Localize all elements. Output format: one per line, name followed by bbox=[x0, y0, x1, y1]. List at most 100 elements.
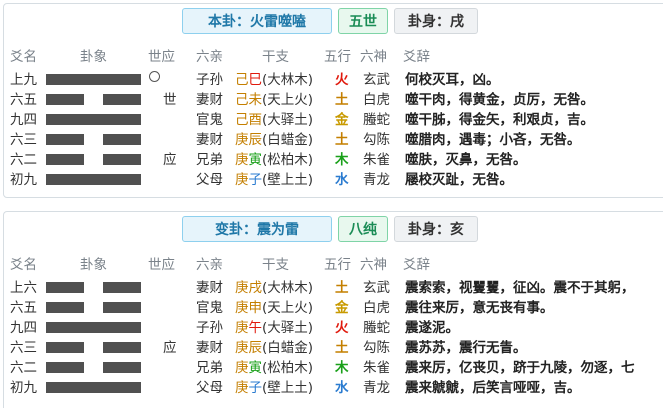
heavenly-stem: 庚 bbox=[235, 152, 249, 168]
shiying-mark: 应 bbox=[163, 152, 177, 168]
header-yao: 爻名 bbox=[10, 257, 37, 273]
ganzhi: 庚辰(白蜡金) bbox=[235, 338, 313, 358]
column-header-row: 爻名 卦象 世应 六亲 干支 五行 六神 爻辞 bbox=[4, 255, 663, 275]
liuqin: 妻财 bbox=[196, 340, 223, 356]
yao-row: 初九 父母 庚子(壁上土) 水青龙 屦校灭趾，无咎。 bbox=[4, 170, 663, 190]
yin-segment-right bbox=[103, 342, 141, 353]
yao-row: 上九 子孙 己巳(大林木) 火玄武 何校灭耳，凶。 bbox=[4, 70, 663, 90]
yao-name: 六五 bbox=[10, 92, 37, 108]
nayin: (白蜡金) bbox=[262, 340, 314, 356]
earthly-branch: 未 bbox=[248, 92, 263, 108]
ganzhi: 庚戌(大林木) bbox=[235, 278, 313, 298]
yin-segment-left bbox=[46, 154, 84, 165]
yang-segment bbox=[46, 74, 141, 85]
yao-name: 九四 bbox=[10, 320, 37, 336]
yaoci-text: 震遂泥。 bbox=[405, 320, 459, 336]
yaoci-text: 震苏苏，震行无眚。 bbox=[405, 340, 527, 356]
yaoci-text: 噬肤，灭鼻，无咎。 bbox=[405, 152, 527, 168]
earthly-branch: 子 bbox=[248, 172, 263, 188]
yao-name: 初九 bbox=[10, 172, 37, 188]
yang-segment bbox=[46, 174, 141, 185]
yao-name: 六三 bbox=[10, 132, 37, 148]
yao-line bbox=[46, 362, 146, 373]
header-yao: 爻名 bbox=[10, 49, 37, 65]
earthly-branch: 巳 bbox=[248, 72, 263, 88]
yaoci-text: 震来虩虩，后笑言哑哑，吉。 bbox=[405, 380, 581, 396]
yaoci-text: 噬干肉，得黄金，贞厉，无咎。 bbox=[405, 92, 594, 108]
liuqin: 妻财 bbox=[196, 280, 223, 296]
heavenly-stem: 庚 bbox=[235, 132, 249, 148]
nayin: (大林木) bbox=[262, 280, 314, 296]
bian-gua-panel: 变卦：震为雷 八纯 卦身：亥 爻名 卦象 世应 六亲 干支 五行 六神 爻辞 上六 妻财 庚戌(大林… bbox=[3, 211, 663, 408]
liushen: 螣蛇 bbox=[363, 320, 390, 336]
liuqin: 兄弟 bbox=[196, 152, 223, 168]
heavenly-stem: 庚 bbox=[235, 360, 249, 376]
nayin: (壁上土) bbox=[262, 380, 314, 396]
liushen: 玄武 bbox=[363, 72, 390, 88]
heavenly-stem: 庚 bbox=[235, 340, 249, 356]
nayin: (天上火) bbox=[262, 300, 314, 316]
nayin: (天上火) bbox=[262, 92, 314, 108]
yin-segment-left bbox=[46, 362, 84, 373]
earthly-branch: 戌 bbox=[248, 280, 263, 296]
yao-name: 六二 bbox=[10, 360, 37, 376]
yin-segment-right bbox=[103, 134, 141, 145]
heavenly-stem: 庚 bbox=[235, 380, 249, 396]
ben-gua-panel: 本卦：火雷噬嗑 五世 卦身：戌 爻名 卦象 世应 六亲 干支 五行 六神 爻辞 上九 子孙 己巳(大… bbox=[3, 3, 663, 198]
ganzhi: 庚辰(白蜡金) bbox=[235, 130, 313, 150]
bian-gua-body-badge: 卦身：亥 bbox=[394, 216, 478, 242]
wuxing: 土 bbox=[335, 132, 349, 148]
yin-segment-right bbox=[103, 154, 141, 165]
earthly-branch: 酉 bbox=[248, 112, 263, 128]
yao-name: 上九 bbox=[10, 72, 37, 88]
nayin: (大驿土) bbox=[262, 320, 314, 336]
yao-line bbox=[46, 74, 146, 85]
header-ganzhi: 干支 bbox=[262, 257, 289, 273]
wuxing: 木 bbox=[335, 360, 349, 376]
yang-segment bbox=[46, 322, 141, 333]
yao-row: 初九 父母 庚子(壁上土) 水青龙 震来虩虩，后笑言哑哑，吉。 bbox=[4, 378, 663, 398]
ganzhi: 庚子(壁上土) bbox=[235, 378, 313, 398]
heavenly-stem: 己 bbox=[235, 112, 249, 128]
yao-line bbox=[46, 382, 146, 393]
ganzhi: 庚寅(松柏木) bbox=[235, 150, 313, 170]
yin-segment-left bbox=[46, 342, 84, 353]
ben-gua-shi-badge: 五世 bbox=[338, 8, 388, 34]
yao-line bbox=[46, 302, 146, 313]
bian-gua-header: 变卦：震为雷 八纯 卦身：亥 bbox=[4, 215, 663, 245]
nayin: (松柏木) bbox=[262, 360, 314, 376]
liushen: 朱雀 bbox=[363, 152, 390, 168]
nayin: (松柏木) bbox=[262, 152, 314, 168]
earthly-branch: 申 bbox=[248, 300, 263, 316]
yao-row: 九四 子孙 庚午(大驿土) 火螣蛇 震遂泥。 bbox=[4, 318, 663, 338]
yao-name: 九四 bbox=[10, 112, 37, 128]
yin-segment-left bbox=[46, 94, 84, 105]
yaoci-text: 噬腊肉，遇毒；小吝，无咎。 bbox=[405, 132, 581, 148]
shiying-mark: 应 bbox=[163, 340, 177, 356]
wuxing: 火 bbox=[335, 72, 349, 88]
liuqin: 官鬼 bbox=[196, 300, 223, 316]
heavenly-stem: 己 bbox=[235, 92, 249, 108]
yao-row: 九四 官鬼 己酉(大驿土) 金螣蛇 噬干胏，得金矢，利艰贞，吉。 bbox=[4, 110, 663, 130]
nayin: (大林木) bbox=[262, 72, 314, 88]
yao-line bbox=[46, 114, 146, 125]
liushen: 白虎 bbox=[363, 92, 390, 108]
header-shiying: 世应 bbox=[148, 257, 175, 273]
header-liuqin: 六亲 bbox=[196, 49, 223, 65]
earthly-branch: 子 bbox=[248, 380, 263, 396]
ganzhi: 庚午(大驿土) bbox=[235, 318, 313, 338]
earthly-branch: 寅 bbox=[248, 360, 263, 376]
ben-gua-body-badge: 卦身：戌 bbox=[394, 8, 478, 34]
liushen: 勾陈 bbox=[363, 132, 390, 148]
liushen: 玄武 bbox=[363, 280, 390, 296]
yao-row: 六三 应 妻财 庚辰(白蜡金) 土勾陈 震苏苏，震行无眚。 bbox=[4, 338, 663, 358]
liushen: 朱雀 bbox=[363, 360, 390, 376]
liuqin: 子孙 bbox=[196, 320, 223, 336]
liuqin: 子孙 bbox=[196, 72, 223, 88]
yang-segment bbox=[46, 114, 141, 125]
yaoci-text: 震往来厉，意无丧有事。 bbox=[405, 300, 554, 316]
yaoci-text: 震索索，视矍矍，征凶。震不于其躬， bbox=[405, 280, 635, 296]
earthly-branch: 辰 bbox=[248, 340, 263, 356]
heavenly-stem: 庚 bbox=[235, 300, 249, 316]
ganzhi: 庚子(壁上土) bbox=[235, 170, 313, 190]
